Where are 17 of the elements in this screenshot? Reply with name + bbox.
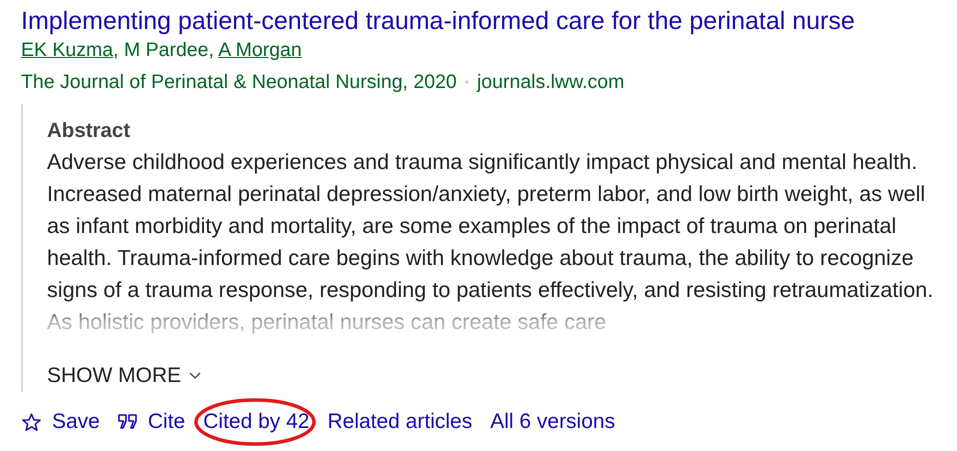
author-names: , M Pardee, <box>113 39 215 61</box>
author-link[interactable]: EK Kuzma <box>21 39 114 61</box>
journal-info: The Journal of Perinatal & Neonatal Nursing, 2020 <box>21 71 457 93</box>
chevron-down-icon <box>189 372 202 380</box>
abstract-text: Adverse childhood experiences and trauma significantly impact physical and mental health. Increased maternal perinatal depression/anxiety, preterm labor, and low birth weight, as well as infant morbidity and mortality, are some examples of the impact of trauma on perinatal health. Trauma-informed care begins with knowledge about trauma, the ability to recognize signs of a trauma response, responding to patients effectively, and resisting retraumatization. As holistic providers, perinatal nurses can create safe care <box>47 148 934 336</box>
quote-icon <box>118 414 138 430</box>
author-link[interactable]: A Morgan <box>218 39 302 61</box>
show-more-button[interactable]: SHOW MORE <box>47 364 202 388</box>
star-icon <box>21 412 42 432</box>
result-link[interactable]: All 6 versions <box>490 410 616 434</box>
save-link[interactable]: Save <box>21 410 100 434</box>
cite-link[interactable]: Cite <box>118 410 186 434</box>
source-domain: journals.lww.com <box>476 71 624 93</box>
result-link[interactable]: Related articles <box>327 410 472 434</box>
separator-dot: • <box>464 75 469 89</box>
abstract-heading: Abstract <box>47 118 132 144</box>
article-title-link[interactable]: Implementing patient-centered trauma-informed care for the perinatal nurse <box>21 6 930 36</box>
